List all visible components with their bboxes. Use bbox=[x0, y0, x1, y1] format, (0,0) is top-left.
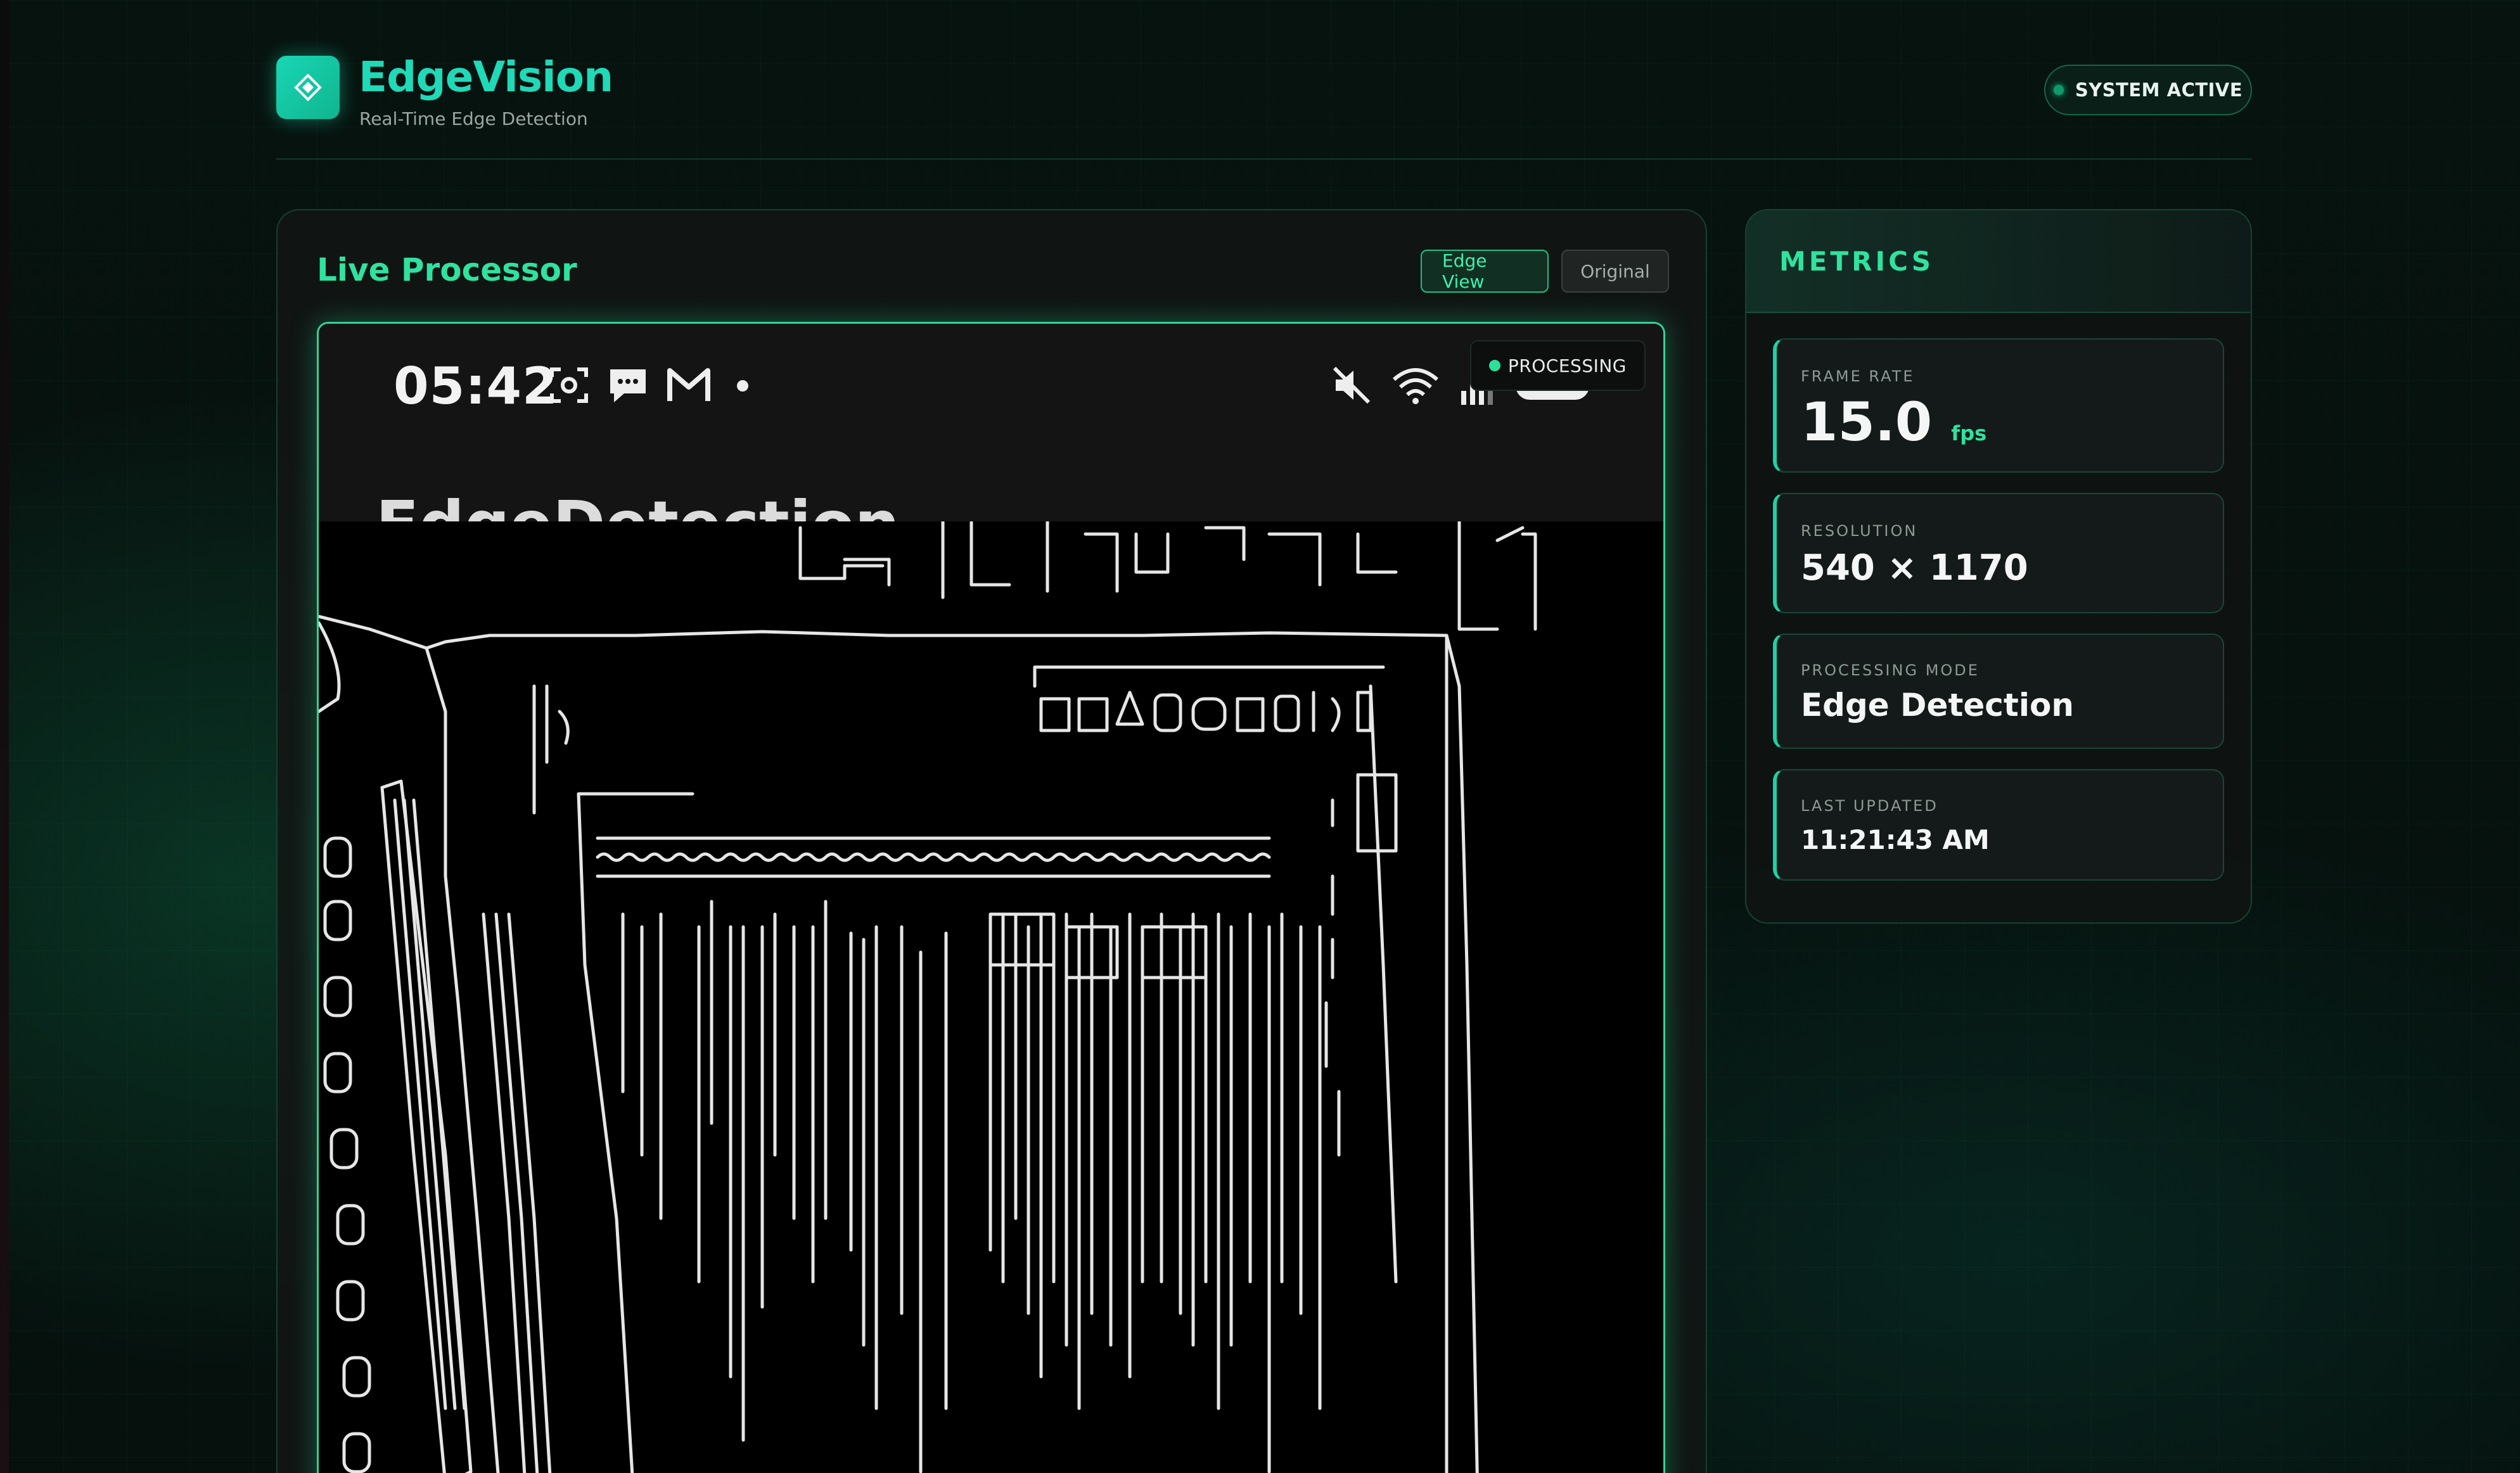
phone-notification-icons bbox=[547, 363, 758, 407]
status-text: SYSTEM ACTIVE bbox=[2075, 79, 2243, 101]
original-view-button[interactable]: Original bbox=[1561, 250, 1669, 293]
metrics-title: METRICS bbox=[1779, 246, 1934, 277]
phone-app-title: EdgeDetection bbox=[376, 490, 946, 521]
gmail-icon bbox=[667, 368, 710, 401]
frame-rate-card: FRAME RATE 15.0 fps bbox=[1773, 338, 2224, 473]
phone-time: 05:42 bbox=[393, 357, 558, 416]
dot-icon bbox=[737, 380, 748, 392]
resolution-label: RESOLUTION bbox=[1801, 522, 1918, 540]
last-updated-value: 11:21:43 AM bbox=[1801, 824, 1990, 855]
frame-rate-label: FRAME RATE bbox=[1801, 367, 1915, 385]
view-toggle-group: Edge View Original bbox=[1421, 250, 1669, 293]
metrics-header: METRICS bbox=[1746, 210, 2251, 313]
status-dot-icon bbox=[2053, 85, 2064, 95]
live-processor-panel: Live Processor Edge View Original 05:42 bbox=[276, 209, 1707, 1473]
metrics-panel: METRICS FRAME RATE 15.0 fps RESOLUTION 54… bbox=[1745, 209, 2252, 924]
panel-title: Live Processor bbox=[317, 252, 577, 288]
processing-mode-label: PROCESSING MODE bbox=[1801, 661, 1980, 679]
phone-app-title-text: EdgeDetection bbox=[376, 490, 900, 521]
app-title: EdgeVision bbox=[359, 53, 613, 101]
processing-mode-card: PROCESSING MODE Edge Detection bbox=[1773, 634, 2224, 749]
mute-icon bbox=[1333, 366, 1371, 404]
processing-mode-value: Edge Detection bbox=[1801, 687, 2074, 724]
edge-view-button[interactable]: Edge View bbox=[1421, 250, 1549, 293]
resolution-value: 540 × 1170 bbox=[1801, 547, 2028, 589]
last-updated-label: LAST UPDATED bbox=[1801, 797, 1938, 815]
logo bbox=[276, 56, 340, 119]
last-updated-card: LAST UPDATED 11:21:43 AM bbox=[1773, 769, 2224, 881]
processing-text: PROCESSING bbox=[1507, 355, 1627, 376]
resolution-card: RESOLUTION 540 × 1170 bbox=[1773, 493, 2224, 613]
frame-rate-value: 15.0 bbox=[1801, 391, 1933, 453]
chat-icon bbox=[610, 369, 646, 402]
screenshot-icon bbox=[550, 367, 588, 403]
header: EdgeVision Real-Time Edge Detection SYST… bbox=[276, 51, 2252, 160]
system-status-badge: SYSTEM ACTIVE bbox=[2044, 65, 2252, 115]
wifi-icon bbox=[1393, 368, 1438, 404]
phone-status-bar: 05:42 PROCESSING bbox=[319, 324, 1663, 521]
frame-rate-value-row: 15.0 fps bbox=[1801, 390, 1986, 465]
diamond-logo-icon bbox=[294, 73, 322, 101]
window-edge bbox=[0, 0, 9, 1473]
processed-frame-viewport: 05:42 PROCESSING bbox=[317, 322, 1665, 1473]
frame-rate-unit: fps bbox=[1951, 421, 1987, 445]
edge-detection-image bbox=[319, 521, 1537, 1473]
processing-dot-icon bbox=[1488, 360, 1500, 371]
app-subtitle: Real-Time Edge Detection bbox=[359, 108, 588, 129]
processing-badge: PROCESSING bbox=[1469, 340, 1646, 391]
